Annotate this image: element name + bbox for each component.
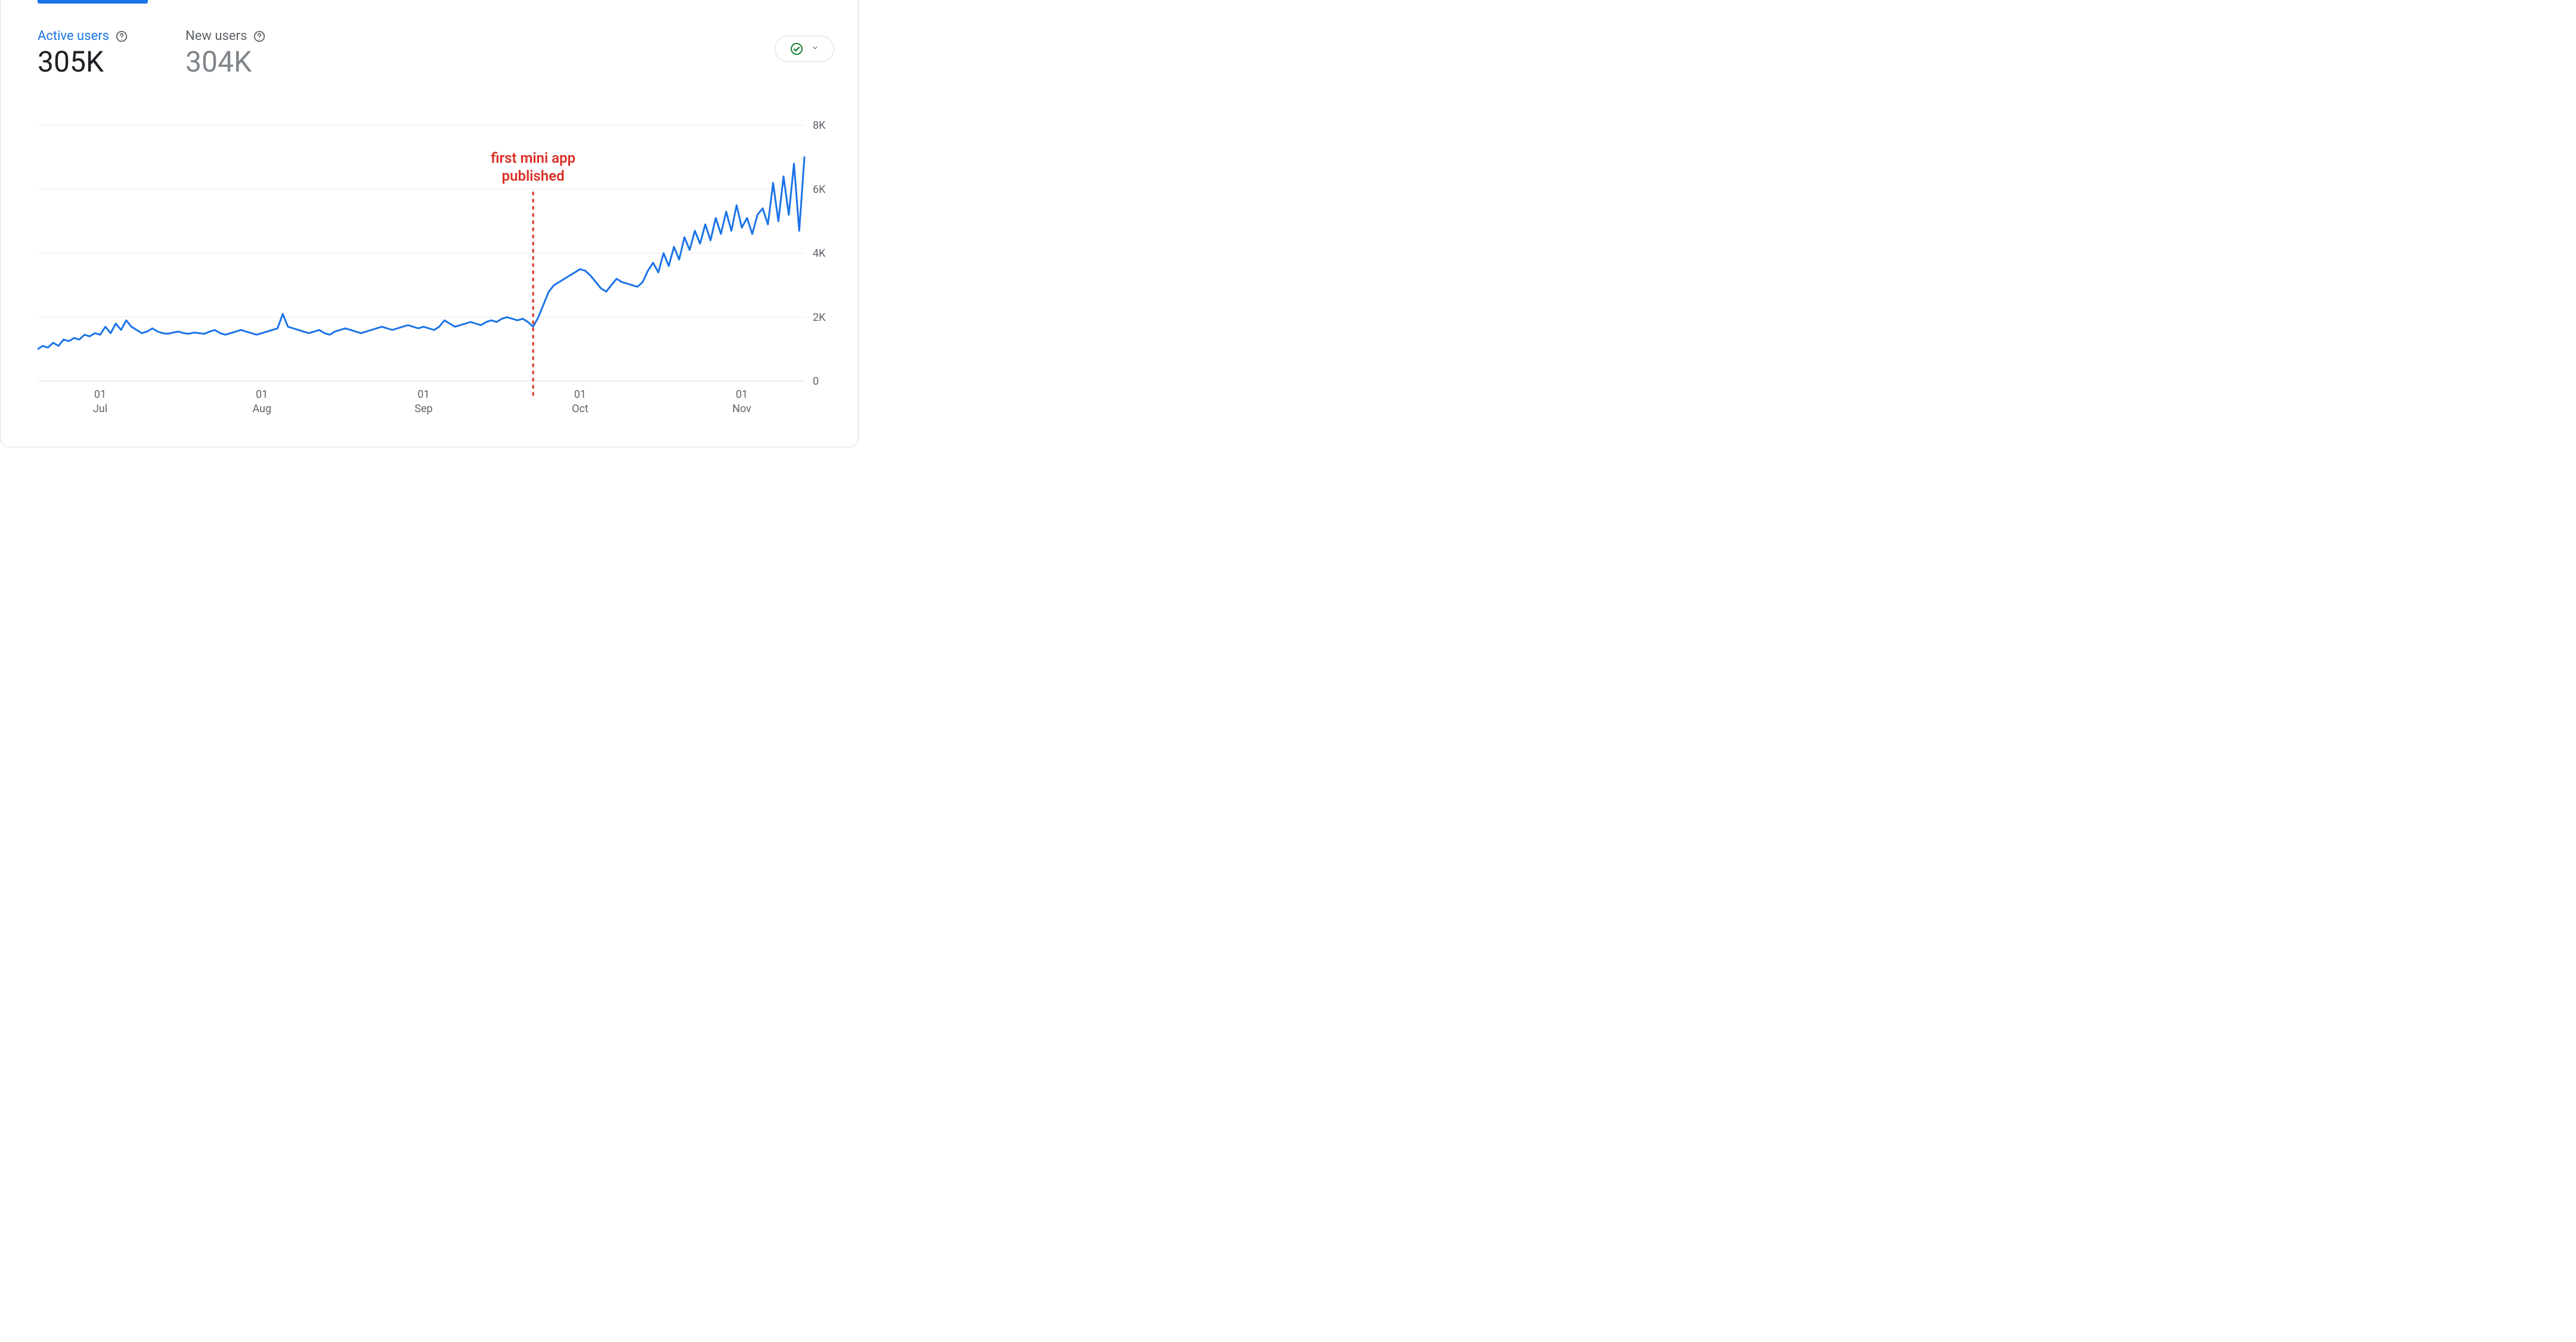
chart-area: 02K4K6K8K01Jul01Aug01Sep01Oct01Nov first…	[38, 119, 840, 423]
metric-label: New users	[185, 29, 247, 44]
analytics-card: Active users 305K New users	[0, 0, 859, 447]
svg-text:6K: 6K	[813, 183, 826, 196]
metric-label: Active users	[38, 29, 109, 44]
svg-text:Nov: Nov	[732, 403, 751, 415]
metric-value: 304K	[185, 47, 266, 77]
svg-text:Sep: Sep	[414, 403, 432, 415]
svg-text:Jul: Jul	[93, 403, 107, 415]
svg-text:01: 01	[574, 388, 586, 401]
line-chart: 0 2K 4K 6K 8K 01 Jul 01 Aug 01 Sep 01 Oct 01 Nov	[38, 119, 840, 423]
caret-down-icon	[811, 44, 819, 54]
svg-text:01: 01	[256, 388, 268, 401]
svg-text:01: 01	[736, 388, 748, 401]
svg-text:4K: 4K	[813, 248, 826, 260]
svg-text:0: 0	[813, 375, 819, 388]
svg-text:8K: 8K	[813, 119, 826, 132]
svg-text:2K: 2K	[813, 311, 826, 324]
check-circle-icon	[789, 42, 804, 56]
active-tab-indicator	[38, 0, 148, 4]
metric-value: 305K	[38, 47, 128, 77]
status-dropdown[interactable]	[775, 36, 834, 62]
svg-text:Aug: Aug	[252, 403, 271, 415]
svg-text:Oct: Oct	[572, 403, 589, 415]
help-icon[interactable]	[253, 30, 266, 43]
help-icon[interactable]	[115, 30, 128, 43]
metric-new-users[interactable]: New users 304K	[185, 29, 266, 77]
metrics-row: Active users 305K New users	[38, 29, 266, 77]
svg-text:01: 01	[94, 388, 106, 401]
svg-text:01: 01	[417, 388, 429, 401]
metric-active-users[interactable]: Active users 305K	[38, 29, 128, 77]
